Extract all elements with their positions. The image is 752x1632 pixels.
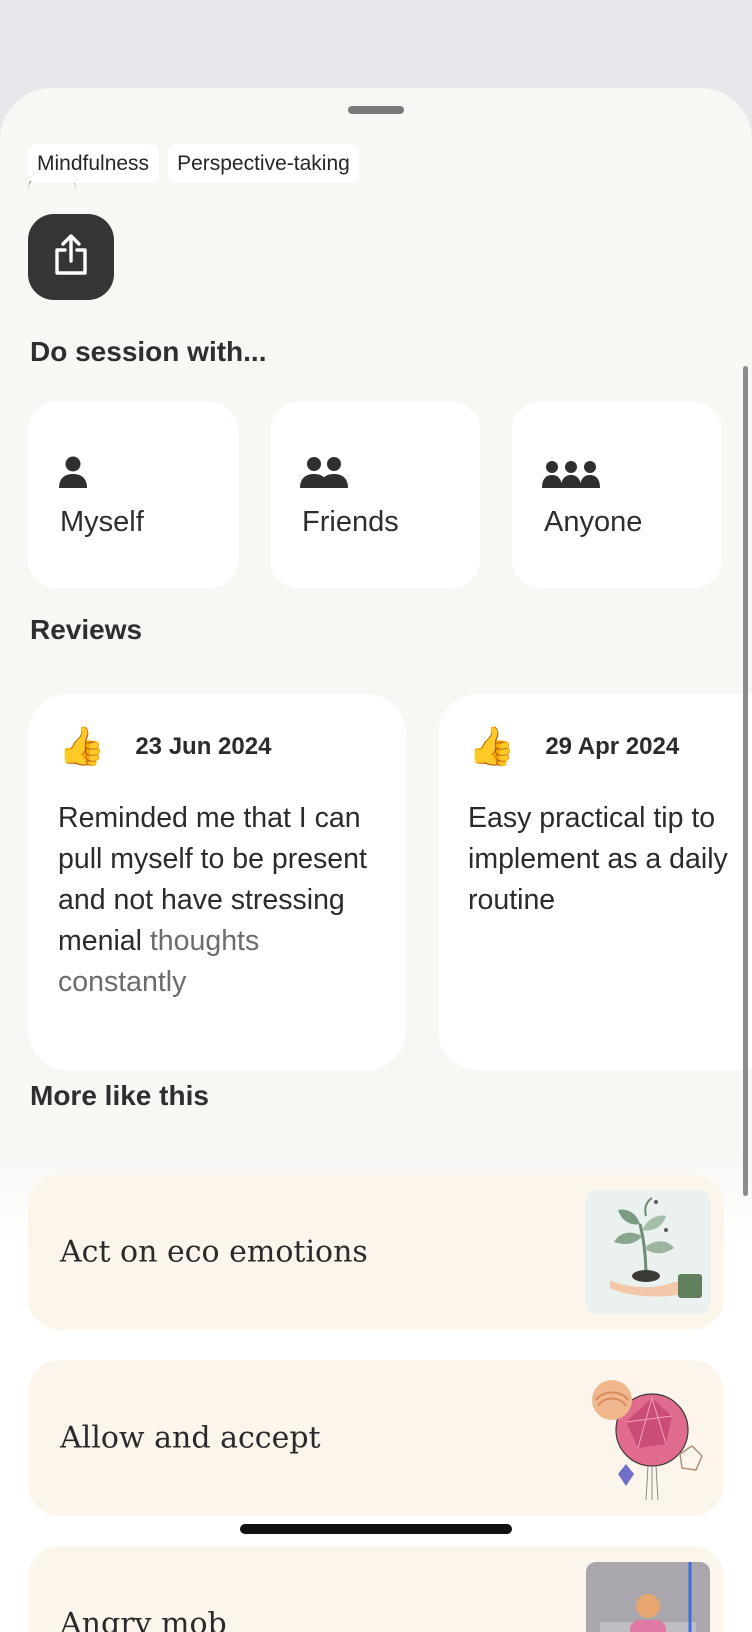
more-item-angry-mob[interactable]: Angry mob [28, 1546, 724, 1632]
scrollbar[interactable] [743, 366, 748, 1196]
more-item-title: Allow and accept [60, 1420, 321, 1456]
session-section-title: Do session with... [30, 336, 267, 367]
session-option-friends[interactable]: Friends [270, 402, 480, 588]
figure-illustration [586, 1562, 710, 1632]
session-option-anyone[interactable]: Anyone [512, 402, 722, 588]
more-item-allow-and-accept[interactable]: Allow and accept [28, 1360, 724, 1516]
tag-perspective-taking[interactable]: Perspective-taking [168, 144, 359, 183]
tag-mindfulness[interactable]: Mindfulness [28, 144, 159, 183]
review-date: 29 Apr 2024 [545, 733, 680, 760]
person-icon [58, 454, 88, 488]
more-section-title: More like this [30, 1080, 209, 1111]
bottom-sheet: Mindfulness Perspective-taking Do sessio… [0, 88, 752, 1632]
home-indicator[interactable] [240, 1524, 512, 1534]
plant-in-hand-illustration [586, 1190, 710, 1314]
review-card[interactable]: 👍 23 Jun 2024 Reminded me that I can pul… [28, 694, 406, 1070]
more-item-title: Act on eco emotions [60, 1234, 368, 1270]
reviews-carousel[interactable]: 👍 23 Jun 2024 Reminded me that I can pul… [28, 694, 752, 1070]
review-text: Reminded me that I can pull myself to be… [58, 798, 376, 1003]
tag-list: Mindfulness Perspective-taking [28, 144, 359, 183]
review-text: Easy practical tip to implement as a dai… [468, 798, 752, 921]
geometric-spheres-illustration [586, 1376, 710, 1500]
session-option-label: Friends [302, 506, 399, 538]
review-text-body: Easy practical tip to implement as a dai… [468, 802, 728, 916]
two-people-icon [300, 454, 348, 488]
thumbs-up-icon: 👍 [468, 726, 516, 768]
share-icon [51, 233, 91, 282]
session-option-label: Myself [60, 506, 144, 538]
thumbs-up-icon: 👍 [58, 726, 106, 768]
review-card[interactable]: 👍 29 Apr 2024 Easy practical tip to impl… [438, 694, 752, 1070]
reviews-section-title: Reviews [30, 614, 143, 645]
review-header: 👍 29 Apr 2024 [468, 724, 752, 770]
review-header: 👍 23 Jun 2024 [58, 724, 376, 770]
session-option-label: Anyone [544, 506, 643, 538]
group-icon [542, 454, 600, 488]
session-option-myself[interactable]: Myself [28, 402, 238, 588]
share-button[interactable] [28, 214, 114, 300]
review-date: 23 Jun 2024 [135, 733, 272, 760]
more-item-act-on-eco-emotions[interactable]: Act on eco emotions [28, 1174, 724, 1330]
sheet-grabber[interactable] [348, 106, 404, 114]
more-item-title: Angry mob [60, 1606, 227, 1632]
session-options: Myself Friends Anyone [28, 402, 722, 588]
